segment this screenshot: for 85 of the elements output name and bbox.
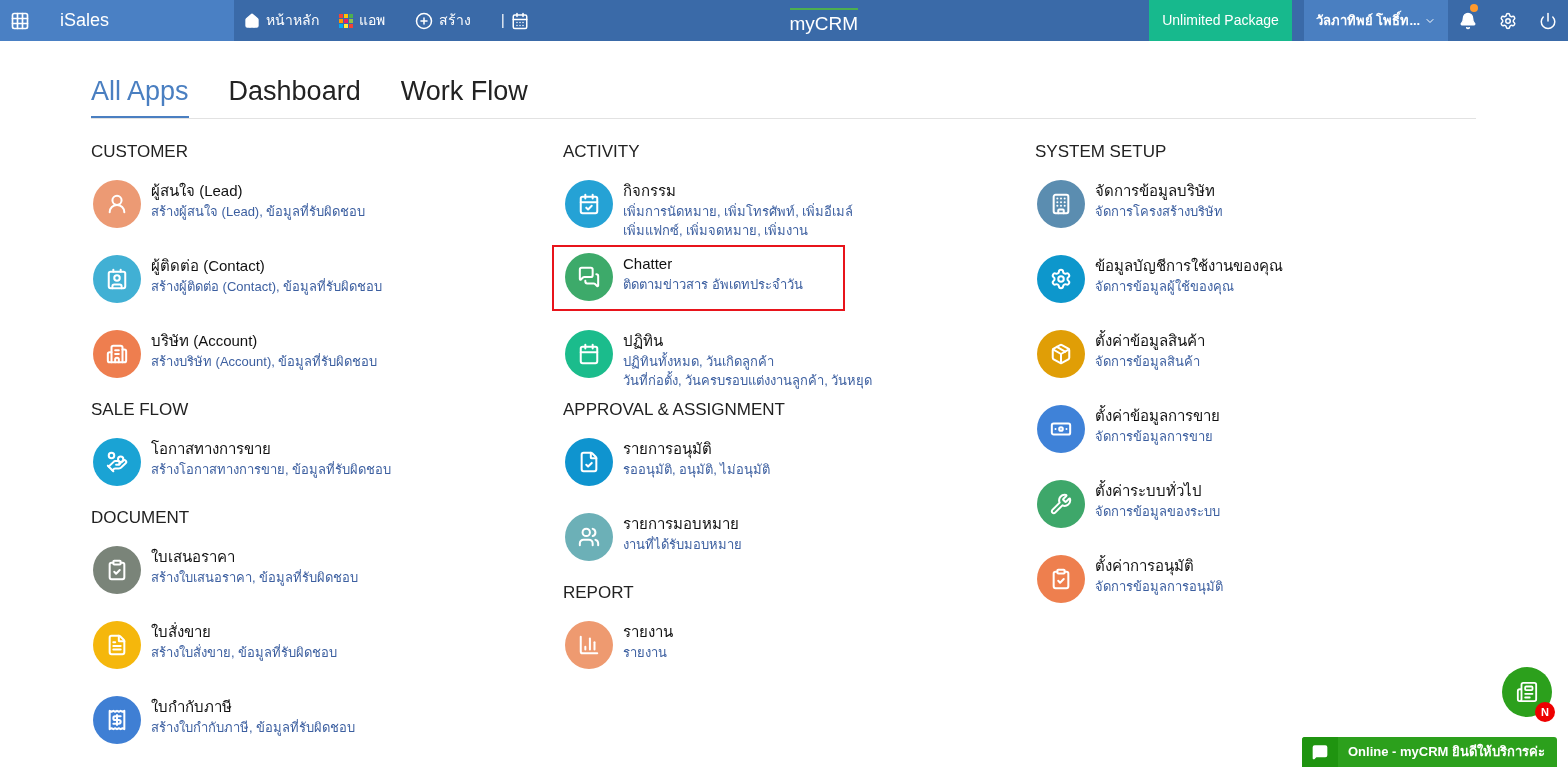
app-item[interactable]: รายการอนุมัติ รออนุมัติ, อนุมัติ, ไม่อนุมัติ (552, 429, 813, 496)
app-description: เพิ่มการนัดหมาย, เพิ่มโทรศัพท์, เพิ่มอีเมล์ เพิ่มแฟกซ์, เพิ่มจดหมาย, เพิ่มงาน (623, 202, 854, 240)
app-title: จัดการข้อมูลบริษัท (1095, 180, 1216, 202)
app-description: สร้างผู้สนใจ (Lead), ข้อมูลที่รับผิดชอบ (151, 202, 366, 221)
app-description: จัดการข้อมูลการขาย (1095, 427, 1214, 446)
section-heading: REPORT (563, 581, 634, 604)
app-item[interactable]: ผู้สนใจ (Lead) สร้างผู้สนใจ (Lead), ข้อมูลที่รับผิดชอบ (80, 171, 408, 238)
app-item[interactable]: ผู้ติดต่อ (Contact) สร้างผู้ติดต่อ (Contact), ข้อมูลที่รับผิดชอบ (80, 246, 425, 313)
app-item[interactable]: ข้อมูลบัญชีการใช้งานของคุณ จัดการข้อมูลผู้ใช้ของคุณ (1024, 246, 1325, 313)
app-description: จัดการข้อมูลสินค้า (1095, 352, 1201, 371)
app-name: iSales (60, 9, 110, 32)
tab[interactable]: All Apps (91, 71, 189, 118)
user-dropdown[interactable]: วัลภาทิพย์ โพธิ์ท... (1304, 0, 1448, 41)
settings-icon (1499, 11, 1517, 30)
app-item[interactable]: ปฏิทิน ปฏิทินทั้งหมด, วันเกิดลูกค้า วันที่ก่อตั้ง, วันครบรอบแต่งงานลูกค้า, วันหยุด (552, 321, 915, 400)
section-heading: SYSTEM SETUP (1035, 140, 1167, 163)
section-heading: ACTIVITY (563, 140, 640, 163)
app-title: ผู้ติดต่อ (Contact) (151, 255, 266, 277)
app-description: สร้างผู้ติดต่อ (Contact), ข้อมูลที่รับผิดชอบ (151, 277, 383, 296)
app-item[interactable]: โอกาสทางการขาย สร้างโอกาสทางการขาย, ข้อมูลที่รับผิดชอบ (80, 429, 434, 496)
app-item[interactable]: ใบสั่งขาย สร้างใบสั่งขาย, ข้อมูลที่รับผิดชอบ (80, 612, 380, 679)
app-title: รายงาน (623, 621, 673, 642)
home-icon (244, 12, 260, 29)
nav-link[interactable]: แอพ (339, 10, 385, 31)
app-title: โอกาสทางการขาย (151, 438, 272, 459)
app-title: ข้อมูลบัญชีการใช้งานของคุณ (1095, 255, 1283, 277)
app-item[interactable]: ใบกำกับภาษี สร้างใบกำกับภาษี, ข้อมูลที่รับผิดชอบ (80, 687, 398, 754)
grid-icon (10, 10, 30, 31)
nav-link[interactable]: | (501, 10, 529, 31)
app-title: รายการอนุมัติ (623, 438, 713, 460)
app-item[interactable]: ใบเสนอราคา สร้างใบเสนอราคา, ข้อมูลที่รับผิดชอบ (80, 537, 401, 604)
app-description: สร้างใบกำกับภาษี, ข้อมูลที่รับผิดชอบ (151, 718, 356, 737)
logo: myCRM (789, 8, 859, 41)
app-title: ปฏิทิน (623, 330, 664, 351)
app-description: จัดการข้อมูลผู้ใช้ของคุณ (1095, 277, 1235, 296)
app-title: Chatter (623, 253, 674, 274)
app-title: ใบสั่งขาย (151, 621, 212, 642)
app-title: ตั้งค่าข้อมูลสินค้า (1095, 329, 1205, 352)
section-heading: APPROVAL & ASSIGNMENT (563, 398, 785, 421)
nav-link[interactable]: หน้าหลัก (244, 10, 319, 31)
app-item[interactable]: รายงาน รายงาน (552, 612, 715, 679)
calendar-icon (510, 11, 529, 30)
bell-icon (1459, 11, 1477, 30)
app-description: จัดการข้อมูลของระบบ (1095, 502, 1220, 521)
app-title: ผู้สนใจ (Lead) (151, 180, 244, 202)
app-title: ตั้งค่าข้อมูลการขาย (1095, 404, 1220, 427)
app-title: ใบเสนอราคา (151, 546, 236, 567)
tab[interactable]: Dashboard (228, 71, 361, 118)
app-title: ใบกำกับภาษี (151, 696, 233, 717)
app-description: สร้างใบสั่งขาย, ข้อมูลที่รับผิดชอบ (151, 643, 338, 662)
app-item[interactable]: รายการมอบหมาย งานที่ได้รับมอบหมาย (552, 504, 784, 571)
app-description: จัดการข้อมูลการอนุมัติ (1095, 577, 1223, 596)
app-item[interactable]: Chatter ติดตามข่าวสาร อัพเดทประจำวัน (552, 244, 845, 311)
plus-circle-icon (415, 11, 433, 30)
app-description: ปฏิทินทั้งหมด, วันเกิดลูกค้า วันที่ก่อตั้ง, วันครบรอบแต่งงานลูกค้า, วันหยุด (623, 351, 873, 390)
floating-notes-button[interactable] (1502, 667, 1552, 717)
app-title: กิจกรรม (623, 180, 677, 201)
section-heading: CUSTOMER (91, 140, 188, 163)
document-icon (1516, 681, 1538, 703)
app-item[interactable]: จัดการข้อมูลบริษัท จัดการโครงสร้างบริษัท (1024, 171, 1265, 238)
app-description: รออนุมัติ, อนุมัติ, ไม่อนุมัติ (623, 460, 771, 479)
app-description: สร้างใบเสนอราคา, ข้อมูลที่รับผิดชอบ (151, 568, 359, 587)
tab[interactable]: Work Flow (400, 71, 528, 118)
colored-grid-icon (339, 13, 353, 28)
app-title: บริษัท (Account) (151, 330, 259, 351)
app-item[interactable]: ตั้งค่าข้อมูลการขาย จัดการข้อมูลการขาย (1024, 396, 1262, 463)
app-description: สร้างบริษัท (Account), ข้อมูลที่รับผิดชอบ (151, 352, 378, 371)
app-description: จัดการโครงสร้างบริษัท (1095, 202, 1223, 221)
app-description: สร้างโอกาสทางการขาย, ข้อมูลที่รับผิดชอบ (151, 460, 392, 479)
app-item[interactable]: ตั้งค่าการอนุมัติ จัดการข้อมูลการอนุมัติ (1024, 546, 1265, 613)
app-title: ตั้งค่าการอนุมัติ (1095, 554, 1195, 577)
app-description: ติดตามข่าวสาร อัพเดทประจำวัน (623, 275, 803, 294)
app-description: รายงาน (623, 643, 668, 662)
nav-link[interactable]: สร้าง (415, 10, 471, 31)
app-item[interactable]: ตั้งค่าระบบทั่วไป จัดการข้อมูลของระบบ (1024, 471, 1262, 538)
chat-bubble-icon (1312, 744, 1328, 760)
section-heading: SALE FLOW (91, 398, 189, 421)
new-badge: N (1535, 702, 1555, 722)
power-icon (1539, 11, 1557, 30)
app-item[interactable]: ตั้งค่าข้อมูลสินค้า จัดการข้อมูลสินค้า (1024, 321, 1247, 388)
app-description: งานที่ได้รับมอบหมาย (623, 535, 742, 554)
app-title: ตั้งค่าระบบทั่วไป (1095, 479, 1203, 501)
app-title: รายการมอบหมาย (623, 513, 740, 534)
app-item[interactable]: บริษัท (Account) สร้างบริษัท (Account), ข้อมูลที่รับผิดชอบ (80, 321, 420, 388)
section-heading: DOCUMENT (91, 506, 190, 529)
